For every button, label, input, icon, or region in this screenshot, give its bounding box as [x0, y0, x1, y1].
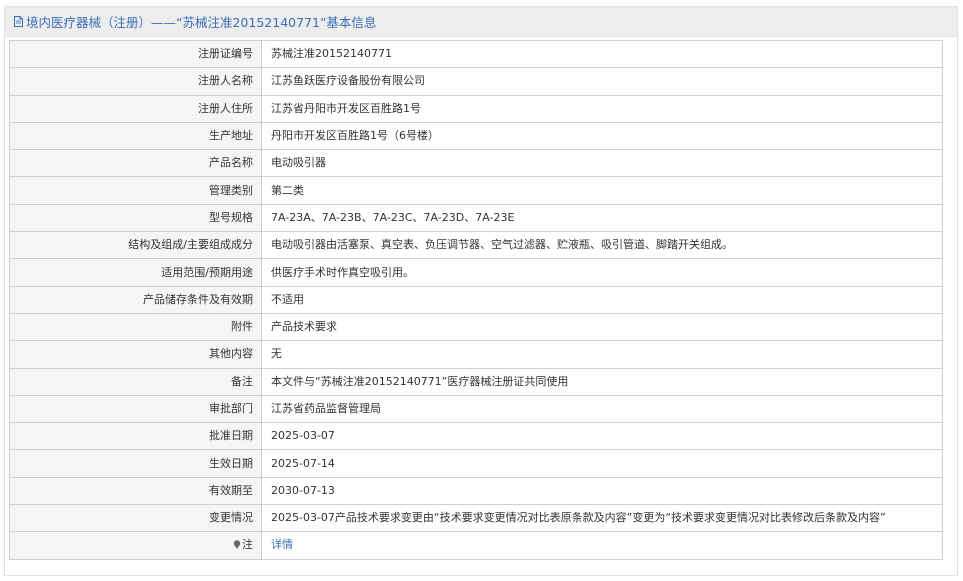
- table-row: 适用范围/预期用途 供医疗手术时作真空吸引用。: [9, 258, 943, 287]
- page-title: 境内医疗器械（注册）——“苏械注准20152140771”基本信息: [26, 15, 377, 30]
- field-value: 2025-07-14: [261, 449, 943, 478]
- note-label: 注: [242, 538, 253, 552]
- field-label: 附件: [9, 312, 262, 342]
- panel-header: 境内医疗器械（注册）——“苏械注准20152140771”基本信息: [5, 7, 957, 37]
- table-row: 结构及组成/主要组成成分 电动吸引器由活塞泵、真空表、负压调节器、空气过滤器、贮液…: [9, 231, 943, 260]
- field-label: 其他内容: [9, 340, 262, 369]
- field-label: 产品储存条件及有效期: [9, 285, 262, 314]
- table-row: 其他内容无: [9, 340, 943, 369]
- note-row: 注 详情: [9, 531, 943, 560]
- table-row: 注册人名称 江苏鱼跃医疗设备股份有限公司: [9, 67, 943, 96]
- field-label: 批准日期: [9, 422, 262, 451]
- note-label-cell: 注: [9, 531, 262, 560]
- field-label: 生产地址: [9, 121, 262, 151]
- field-label: 管理类别: [9, 176, 262, 205]
- field-label: 注册人名称: [9, 67, 262, 96]
- note-value-cell: 详情: [261, 531, 943, 560]
- field-label: 注册人住所: [9, 94, 262, 123]
- field-value: 本文件与“苏械注准20152140771”医疗器械注册证共同使用: [261, 367, 943, 396]
- field-label: 生效日期: [9, 449, 262, 478]
- field-value: 2030-07-13: [261, 476, 943, 506]
- details-link[interactable]: 详情: [271, 538, 293, 551]
- field-value: 江苏鱼跃医疗设备股份有限公司: [261, 67, 943, 96]
- field-label: 产品名称: [9, 149, 262, 178]
- field-value: 无: [261, 340, 943, 369]
- table-row: 管理类别 第二类: [9, 176, 943, 205]
- table-row: 注册人住所 江苏省丹阳市开发区百胜路1号: [9, 94, 943, 123]
- info-table: 注册证编号 苏械注准20152140771 注册人名称 江苏鱼跃医疗设备股份有限公司注…: [9, 39, 943, 560]
- field-label: 审批部门: [9, 394, 262, 424]
- table-row: 注册证编号 苏械注准20152140771: [9, 39, 943, 69]
- field-value: 苏械注准20152140771: [261, 39, 943, 69]
- table-row: 附件 产品技术要求: [9, 312, 943, 342]
- table-row: 审批部门 江苏省药品监督管理局: [9, 394, 943, 424]
- table-row: 变更情况 2025-03-07产品技术要求变更由“技术要求变更情况对比表原条款及内…: [9, 504, 943, 533]
- table-row: 有效期至 2030-07-13: [9, 476, 943, 506]
- table-row: 产品名称 电动吸引器: [9, 149, 943, 178]
- field-label: 变更情况: [9, 504, 262, 533]
- field-value: 产品技术要求: [261, 312, 943, 342]
- field-label: 有效期至: [9, 476, 262, 506]
- field-value: 江苏省药品监督管理局: [261, 394, 943, 424]
- field-value: 2025-03-07: [261, 422, 943, 451]
- field-value: 丹阳市开发区百胜路1号（6号楼）: [261, 121, 943, 151]
- field-label: 注册证编号: [9, 39, 262, 69]
- field-value: 江苏省丹阳市开发区百胜路1号: [261, 94, 943, 123]
- field-value: 7A-23A、7A-23B、7A-23C、7A-23D、7A-23E: [261, 203, 943, 233]
- table-row: 生效日期 2025-07-14: [9, 449, 943, 478]
- field-label: 适用范围/预期用途: [9, 258, 262, 287]
- table-row: 产品储存条件及有效期 不适用: [9, 285, 943, 314]
- field-value: 不适用: [261, 285, 943, 314]
- field-label: 型号规格: [9, 203, 262, 233]
- field-value: 供医疗手术时作真空吸引用。: [261, 258, 943, 287]
- pin-icon: [233, 533, 241, 550]
- field-label: 备注: [9, 367, 262, 396]
- field-value: 第二类: [261, 176, 943, 205]
- field-value: 2025-03-07产品技术要求变更由“技术要求变更情况对比表原条款及内容”变更…: [261, 504, 943, 533]
- table-row: 生产地址 丹阳市开发区百胜路1号（6号楼）: [9, 121, 943, 151]
- table-row: 批准日期 2025-03-07: [9, 422, 943, 451]
- table-row: 备注 本文件与“苏械注准20152140771”医疗器械注册证共同使用: [9, 367, 943, 396]
- field-value: 电动吸引器: [261, 149, 943, 178]
- document-icon: [14, 16, 23, 27]
- table-row: 型号规格 7A-23A、7A-23B、7A-23C、7A-23D、7A-23E: [9, 203, 943, 233]
- field-label: 结构及组成/主要组成成分: [9, 231, 262, 260]
- field-value: 电动吸引器由活塞泵、真空表、负压调节器、空气过滤器、贮液瓶、吸引管道、脚踏开关组…: [261, 231, 943, 260]
